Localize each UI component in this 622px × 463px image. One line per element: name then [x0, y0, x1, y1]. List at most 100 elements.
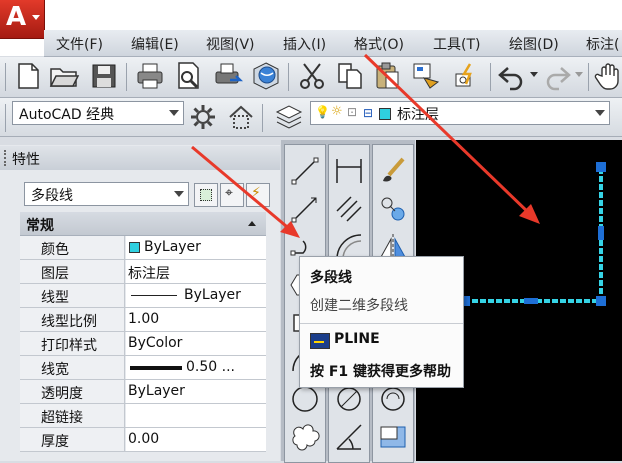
- undo-dropdown-icon[interactable]: [530, 72, 538, 77]
- revcloud-tool-icon[interactable]: [289, 421, 321, 453]
- property-row-layer[interactable]: 图层 标注层: [20, 260, 266, 284]
- property-label: 线型比例: [41, 314, 97, 330]
- menu-format[interactable]: 格式(O): [354, 34, 404, 54]
- layer-on-bulb-icon: 💡: [315, 105, 330, 119]
- match-properties-icon[interactable]: [410, 60, 442, 92]
- linear-dimension-icon[interactable]: [333, 155, 365, 187]
- line-tool-icon[interactable]: [289, 155, 321, 187]
- property-label: 超链接: [41, 410, 83, 426]
- workspace-dropdown[interactable]: AutoCAD 经典: [12, 101, 184, 125]
- toolbar-separator: [588, 63, 589, 91]
- collapse-arrow-icon[interactable]: [248, 221, 256, 226]
- tooltip-command: PLINE: [334, 331, 380, 347]
- angular-dimension-icon[interactable]: [333, 421, 365, 453]
- 3d-dwf-icon[interactable]: [250, 60, 282, 92]
- print-preview-icon[interactable]: [172, 60, 204, 92]
- layer-thaw-sun-icon: ☼: [331, 104, 343, 119]
- menu-edit[interactable]: 编辑(E): [131, 34, 179, 54]
- panel-grip[interactable]: [4, 150, 8, 166]
- menu-dimension[interactable]: 标注(: [586, 34, 619, 54]
- menu-insert[interactable]: 插入(I): [283, 34, 326, 54]
- layer-properties-icon[interactable]: [274, 102, 304, 132]
- tooltip-description: 创建二维多段线: [310, 298, 408, 314]
- linetype-preview: [131, 295, 177, 296]
- chevron-down-icon: [32, 15, 40, 20]
- property-value: ByColor: [128, 335, 183, 351]
- polyline-midpoint-grip[interactable]: [524, 298, 538, 304]
- polyline-grip[interactable]: [596, 162, 606, 172]
- undo-icon[interactable]: [496, 60, 528, 92]
- ray-tool-icon[interactable]: [289, 193, 321, 225]
- redo-icon[interactable]: [541, 60, 573, 92]
- object-type-dropdown[interactable]: 多段线: [24, 182, 189, 206]
- paste-icon[interactable]: [372, 60, 404, 92]
- application-menu-button[interactable]: A: [0, 0, 45, 39]
- save-icon[interactable]: [88, 60, 120, 92]
- property-row-plot-style[interactable]: 打印样式 ByColor: [20, 332, 266, 356]
- aligned-dimension-icon[interactable]: [333, 193, 365, 225]
- property-value: 1.00: [128, 311, 160, 327]
- property-label: 透明度: [41, 386, 83, 402]
- tooltip-title: 多段线: [310, 270, 352, 286]
- menu-tools[interactable]: 工具(T): [433, 34, 480, 54]
- property-label: 图层: [41, 266, 69, 282]
- property-label: 打印样式: [41, 338, 97, 354]
- menu-bar: 文件(F) 编辑(E) 视图(V) 插入(I) 格式(O) 工具(T) 绘图(D…: [44, 30, 622, 57]
- property-row-thickness[interactable]: 厚度 0.00: [20, 428, 266, 452]
- chevron-down-icon: [169, 110, 179, 116]
- property-row-hyperlink[interactable]: 超链接: [20, 404, 266, 428]
- stretch-icon[interactable]: [377, 421, 409, 453]
- property-row-transparency[interactable]: 透明度 ByLayer: [20, 380, 266, 404]
- property-label: 颜色: [41, 242, 69, 258]
- quick-select-icon: ⚡: [251, 185, 261, 201]
- new-file-icon[interactable]: [12, 60, 44, 92]
- layer-dropdown[interactable]: 💡 ☼ ⊡ ⊟ 标注层: [310, 101, 610, 125]
- polyline-grip[interactable]: [596, 296, 606, 306]
- chevron-down-icon: [174, 191, 184, 197]
- property-value: ByLayer: [128, 383, 185, 399]
- chevron-down-icon: [595, 110, 605, 116]
- menu-view[interactable]: 视图(V): [206, 34, 255, 54]
- property-label: 厚度: [41, 434, 69, 450]
- workspace-settings-gear-icon[interactable]: [188, 102, 218, 132]
- menu-draw[interactable]: 绘图(D): [509, 34, 559, 54]
- print-icon[interactable]: [134, 60, 166, 92]
- open-folder-icon[interactable]: [48, 60, 80, 92]
- select-objects-button[interactable]: ⌖: [220, 183, 244, 207]
- property-label: 线型: [41, 290, 69, 306]
- tooltip-help: 按 F1 键获得更多帮助: [310, 364, 452, 380]
- property-value: 0.00: [128, 431, 160, 447]
- property-value: ByLayer: [184, 287, 241, 303]
- publish-icon[interactable]: [212, 60, 244, 92]
- pan-hand-icon[interactable]: [594, 60, 622, 92]
- menu-file[interactable]: 文件(F): [56, 34, 103, 54]
- color-swatch: [129, 242, 140, 253]
- copy-icon[interactable]: [334, 60, 366, 92]
- property-row-linetype-scale[interactable]: 线型比例 1.00: [20, 308, 266, 332]
- property-row-lineweight[interactable]: 线宽 0.50 ...: [20, 356, 266, 380]
- move-icon[interactable]: [377, 193, 409, 225]
- toggle-pickadd-button[interactable]: [194, 183, 218, 207]
- section-header-general[interactable]: 常规: [20, 212, 266, 236]
- toolbar-separator: [490, 63, 491, 91]
- toolbar-grip[interactable]: [5, 104, 6, 132]
- quick-select-button[interactable]: ⚡: [246, 183, 270, 207]
- cursor-icon: ⌖: [225, 185, 233, 201]
- property-value: 标注层: [128, 266, 170, 282]
- cut-icon[interactable]: [296, 60, 328, 92]
- section-title: 常规: [26, 218, 54, 234]
- workspace-toolbar: AutoCAD 经典 💡 ☼ ⊡ ⊟ 标注层: [0, 98, 622, 137]
- property-row-color[interactable]: 颜色 ByLayer: [20, 236, 266, 260]
- paintbrush-icon[interactable]: [377, 155, 409, 187]
- toolbar-separator: [262, 104, 263, 132]
- object-type-value: 多段线: [31, 188, 73, 204]
- autocad-logo-icon: A: [6, 2, 27, 32]
- polyline-midpoint-grip[interactable]: [598, 226, 604, 240]
- redo-dropdown-icon[interactable]: [575, 72, 583, 77]
- block-editor-icon[interactable]: [450, 60, 482, 92]
- properties-title-bar[interactable]: 特性: [0, 146, 280, 170]
- property-row-linetype[interactable]: 线型 ByLayer: [20, 284, 266, 308]
- workspace-house-icon[interactable]: [226, 102, 256, 132]
- toolbar-grip[interactable]: [5, 63, 6, 91]
- toolbar-separator: [288, 63, 289, 91]
